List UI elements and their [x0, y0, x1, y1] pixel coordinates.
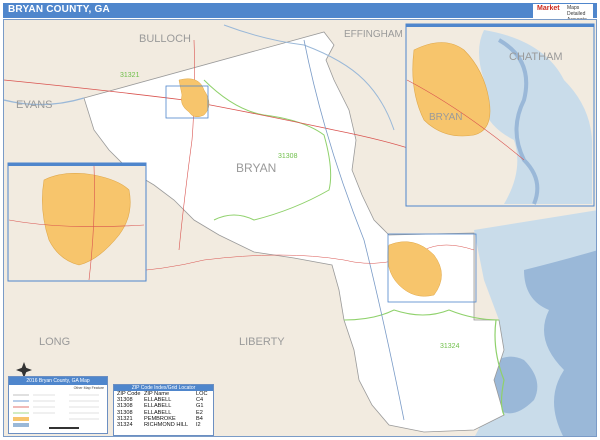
- zip-cell-name: RICHMOND HILL: [144, 422, 189, 429]
- zip-label-31324: 31324: [440, 343, 460, 350]
- title-bar: BRYAN COUNTY, GA Market MapsDetailed Acc…: [3, 3, 597, 29]
- brand-name: Market: [537, 5, 560, 12]
- label-bulloch: BULLOCH: [139, 33, 191, 45]
- zip-row: 31324 RICHMOND HILL I2: [114, 422, 213, 428]
- zip-label-31308: 31308: [278, 153, 298, 160]
- map-canvas[interactable]: BULLOCH EFFINGHAM EVANS BRYAN LONG LIBER…: [3, 19, 597, 437]
- zip-label-31321: 31321: [120, 72, 140, 79]
- label-liberty: LIBERTY: [239, 336, 285, 348]
- label-long: LONG: [39, 336, 70, 348]
- label-evans: EVANS: [16, 99, 52, 111]
- zip-cell-code: 31324: [117, 422, 133, 429]
- inset-label-chatham: CHATHAM: [509, 51, 563, 63]
- label-effingham: EFFINGHAM: [344, 29, 403, 40]
- map-page: BRYAN COUNTY, GA Market MapsDetailed Acc…: [0, 0, 600, 440]
- brand-logo: Market MapsDetailed Accurate Reliable: [533, 4, 593, 29]
- map-legend: 2016 Bryan County, GA Map Other Map Feat…: [8, 376, 108, 434]
- inset-richmond-hill[interactable]: CHATHAM BRYAN: [405, 23, 595, 207]
- label-bryan: BRYAN: [236, 161, 276, 175]
- map-svg: BULLOCH EFFINGHAM EVANS BRYAN LONG LIBER…: [4, 20, 596, 436]
- legend-swatches: [13, 394, 99, 429]
- legend-title: 2016 Bryan County, GA Map: [9, 377, 107, 385]
- zip-index-table: ZIP Code Index/Grid Locator ZIP Code ZIP…: [113, 384, 214, 436]
- inset-pembroke[interactable]: [7, 162, 147, 282]
- zip-cell-loc: I2: [196, 422, 201, 429]
- map-title: BRYAN COUNTY, GA: [8, 4, 110, 15]
- inset-label-bryan: BRYAN: [429, 112, 463, 123]
